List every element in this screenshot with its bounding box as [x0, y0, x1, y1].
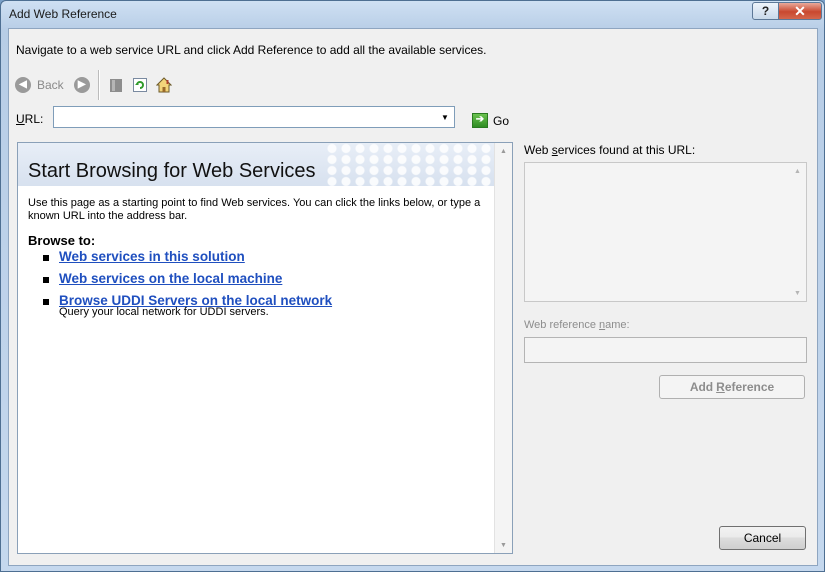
url-combobox[interactable]: ▼ — [53, 106, 455, 128]
scroll-up-icon[interactable]: ▲ — [495, 143, 512, 159]
forward-icon[interactable]: ▶ — [73, 77, 90, 93]
web-browser-pane: Start Browsing for Web Services Use this… — [17, 142, 513, 554]
help-button[interactable]: ? — [752, 2, 779, 20]
bullet — [43, 299, 49, 305]
cancel-button[interactable]: Cancel — [719, 526, 806, 550]
title-bar[interactable]: Add Web Reference ? ✕ — [1, 1, 824, 28]
window-title: Add Web Reference — [9, 7, 117, 21]
scroll-down-icon[interactable]: ▼ — [495, 537, 512, 553]
browser-title: Start Browsing for Web Services — [28, 160, 316, 182]
link-web-services-solution[interactable]: Web services in this solution — [59, 249, 245, 264]
banner-decoration — [325, 143, 495, 186]
list-item: Web services on the local machine — [43, 271, 332, 286]
list-item: Web services in this solution — [43, 249, 332, 264]
list-item: Browse UDDI Servers on the local network… — [43, 293, 332, 318]
go-label: Go — [493, 113, 510, 128]
web-reference-name-field[interactable] — [524, 337, 807, 363]
go-arrow-icon: ➔ — [472, 113, 488, 128]
scroll-down-icon[interactable]: ▼ — [789, 285, 806, 301]
dialog-body: Navigate to a web service URL and click … — [8, 28, 818, 566]
link-web-services-local-machine[interactable]: Web services on the local machine — [59, 271, 282, 286]
bullet — [43, 255, 49, 261]
url-label: URL: — [16, 112, 44, 126]
url-input[interactable] — [56, 108, 432, 128]
refresh-icon[interactable] — [132, 77, 148, 93]
instruction-text: Navigate to a web service URL and click … — [16, 43, 487, 57]
navigation-toolbar: ◀ Back ▶ — [15, 70, 172, 100]
add-reference-button[interactable]: Add Reference — [659, 375, 805, 399]
toolbar-separator — [97, 70, 100, 100]
browser-banner: Start Browsing for Web Services — [18, 143, 495, 186]
close-button[interactable]: ✕ — [778, 2, 822, 20]
browser-scrollbar[interactable]: ▲ ▼ — [494, 143, 512, 553]
services-found-label: Web services found at this URL: — [524, 143, 696, 157]
add-web-reference-dialog: Add Web Reference ? ✕ Navigate to a web … — [0, 0, 825, 572]
home-icon[interactable] — [155, 77, 172, 93]
back-label[interactable]: Back — [37, 78, 64, 92]
bullet — [43, 277, 49, 283]
browse-heading: Browse to: — [28, 233, 96, 248]
services-found-list[interactable]: ▲ ▼ — [524, 162, 807, 302]
scroll-up-icon[interactable]: ▲ — [789, 163, 806, 179]
stop-icon[interactable] — [108, 77, 124, 93]
web-reference-name-label: Web reference name: — [524, 319, 630, 331]
back-icon[interactable]: ◀ — [15, 77, 31, 93]
browse-links: Web services in this solution Web servic… — [43, 249, 332, 325]
go-button[interactable]: ➔ Go — [472, 113, 509, 128]
browser-intro: Use this page as a starting point to fin… — [28, 197, 481, 222]
chevron-down-icon[interactable]: ▼ — [438, 108, 452, 126]
services-scrollbar[interactable]: ▲ ▼ — [789, 163, 806, 301]
